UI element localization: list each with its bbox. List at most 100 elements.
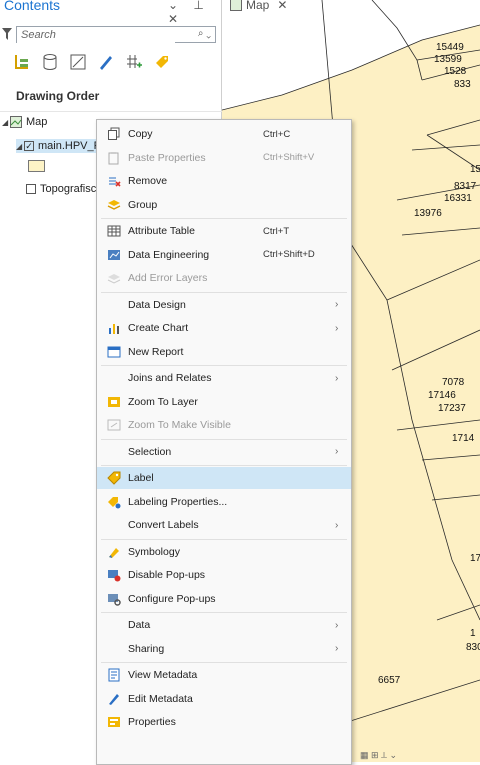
menu-item-label: Remove — [128, 175, 168, 187]
menu-item-label: Edit Metadata — [128, 692, 193, 705]
menu-item-configure-pop-ups[interactable]: Configure Pop-ups — [97, 588, 351, 610]
search-box: ⌕ ⌄ — [16, 26, 216, 43]
zoom-to-layer-icon — [107, 395, 121, 409]
list-by-labeling-icon[interactable] — [152, 52, 172, 72]
map-label: Map — [26, 116, 48, 128]
menu-item-data-design[interactable]: Data Design › — [97, 294, 351, 316]
menu-item-labeling-properties[interactable]: Labeling Properties... — [97, 491, 351, 513]
menu-item-convert-labels[interactable]: Convert Labels › — [97, 514, 351, 536]
symbology-icon — [107, 545, 121, 559]
parcel-label: 13599 — [434, 54, 462, 65]
menu-item-disable-pop-ups[interactable]: Disable Pop-ups — [97, 564, 351, 586]
tree-item-layer[interactable]: ◢ ✓ main.HPV_P — [16, 139, 105, 153]
menu-separator — [101, 612, 347, 613]
layer2-label: Topografisc — [40, 183, 97, 195]
list-by-source-icon[interactable] — [40, 52, 60, 72]
pane-controls[interactable]: ⌄ ⊥ ✕ — [168, 0, 221, 26]
menu-item-edit-metadata[interactable]: Edit Metadata — [97, 688, 351, 710]
menu-separator — [101, 538, 347, 540]
menu-item-label: Joins and Relates — [128, 372, 212, 384]
labeling-properties-icon — [107, 495, 121, 509]
parcel-label: 6657 — [378, 675, 401, 686]
menu-item-symbology[interactable]: Symbology — [97, 541, 351, 563]
menu-item-selection[interactable]: Selection › — [97, 441, 351, 463]
parcel-label: 16331 — [444, 193, 472, 204]
parcel-label: 1 — [470, 628, 476, 639]
menu-item-label: Zoom To Layer — [128, 395, 198, 408]
report-icon — [107, 345, 121, 359]
expand-caret-icon[interactable]: ◢ — [2, 118, 10, 127]
zoom-to-visible-icon — [107, 418, 121, 432]
menu-item-label[interactable]: Label — [97, 467, 351, 489]
menu-item-shortcut: Ctrl+Shift+D — [263, 249, 315, 260]
expand-caret-icon[interactable]: ◢ — [16, 142, 24, 151]
menu-item-label: Create Chart — [128, 322, 189, 334]
parcel-label: 1528 — [444, 66, 467, 77]
drawing-order-heading: Drawing Order — [16, 89, 100, 103]
menu-item-remove[interactable]: Remove — [97, 170, 351, 192]
layer-visibility-checkbox[interactable] — [26, 184, 36, 194]
menu-item-label: Convert Labels — [128, 519, 199, 531]
submenu-arrow-icon: › — [335, 619, 339, 631]
menu-separator — [101, 365, 347, 366]
submenu-arrow-icon: › — [335, 446, 339, 457]
map-icon — [230, 0, 242, 11]
menu-item-shortcut: Ctrl+C — [263, 128, 291, 140]
menu-item-label: Add Error Layers — [128, 272, 208, 284]
menu-item-label: View Metadata — [128, 669, 198, 681]
submenu-arrow-icon: › — [335, 299, 339, 310]
menu-item-zoom-to-layer[interactable]: Zoom To Layer — [97, 391, 351, 413]
layer-context-menu: Copy Ctrl+C Paste Properties Ctrl+Shift+V Re… — [96, 119, 352, 765]
divider — [0, 111, 222, 112]
menu-item-joins-and-relates[interactable]: Joins and Relates › — [97, 367, 351, 389]
tree-item-topografisch[interactable]: Topografisc — [26, 183, 96, 195]
list-by-editing-icon[interactable] — [96, 52, 116, 72]
menu-item-properties[interactable]: Properties — [97, 711, 351, 733]
group-icon — [107, 198, 121, 212]
menu-item-create-chart[interactable]: Create Chart › — [97, 317, 351, 339]
layer-symbol-swatch[interactable] — [28, 160, 45, 172]
menu-item-copy[interactable]: Copy Ctrl+C — [97, 123, 351, 145]
list-by-drawing-order-icon[interactable] — [12, 52, 32, 72]
map-tab[interactable]: Map ✕ — [226, 0, 292, 14]
parcel-label: 17146 — [428, 390, 456, 401]
filter-icon[interactable] — [2, 28, 12, 40]
label-icon — [107, 471, 121, 485]
chart-icon — [107, 321, 121, 335]
parcel-label: 15449 — [436, 42, 464, 53]
submenu-arrow-icon: › — [335, 643, 339, 654]
properties-icon — [107, 715, 121, 729]
search-icon[interactable]: ⌕ ⌄ — [198, 28, 211, 39]
menu-item-data[interactable]: Data › — [97, 614, 351, 636]
menu-item-group[interactable]: Group — [97, 194, 351, 216]
menu-item-sharing[interactable]: Sharing › — [97, 638, 351, 660]
close-icon[interactable]: ✕ — [277, 0, 287, 12]
list-by-selection-icon[interactable] — [68, 52, 88, 72]
menu-separator — [101, 662, 347, 663]
menu-item-data-engineering[interactable]: Data Engineering Ctrl+Shift+D — [97, 244, 351, 266]
search-input[interactable] — [17, 27, 175, 43]
parcel-label: 830 — [466, 642, 480, 653]
menu-item-paste-properties: Paste Properties Ctrl+Shift+V — [97, 147, 351, 169]
parcel-label: 8317 — [454, 181, 477, 192]
menu-item-zoom-to-make-visible: Zoom To Make Visible — [97, 414, 351, 436]
list-by-snapping-icon[interactable] — [124, 52, 144, 72]
menu-item-new-report[interactable]: New Report — [97, 341, 351, 363]
tree-item-map[interactable]: ◢ Map — [2, 116, 47, 128]
menu-item-label: Data Engineering — [128, 248, 210, 261]
layer-visibility-checkbox[interactable]: ✓ — [24, 141, 34, 151]
parcel-label: 833 — [454, 79, 471, 90]
submenu-arrow-icon: › — [335, 372, 339, 384]
menu-item-label: Properties — [128, 716, 176, 728]
map-status-icons[interactable]: ▦ ⊞ ⟂ ⌄ — [360, 750, 397, 761]
menu-item-attribute-table[interactable]: Attribute Table Ctrl+T — [97, 220, 351, 242]
menu-item-label: Selection — [128, 445, 172, 458]
view-metadata-icon — [107, 668, 121, 682]
menu-item-shortcut: Ctrl+Shift+V — [263, 152, 315, 163]
menu-item-view-metadata[interactable]: View Metadata — [97, 664, 351, 686]
menu-item-label: Sharing — [128, 642, 165, 655]
menu-item-label: Data Design — [128, 298, 186, 311]
configure-popups-icon — [107, 592, 121, 606]
copy-icon — [107, 127, 121, 141]
menu-item-label: Label — [128, 472, 154, 484]
